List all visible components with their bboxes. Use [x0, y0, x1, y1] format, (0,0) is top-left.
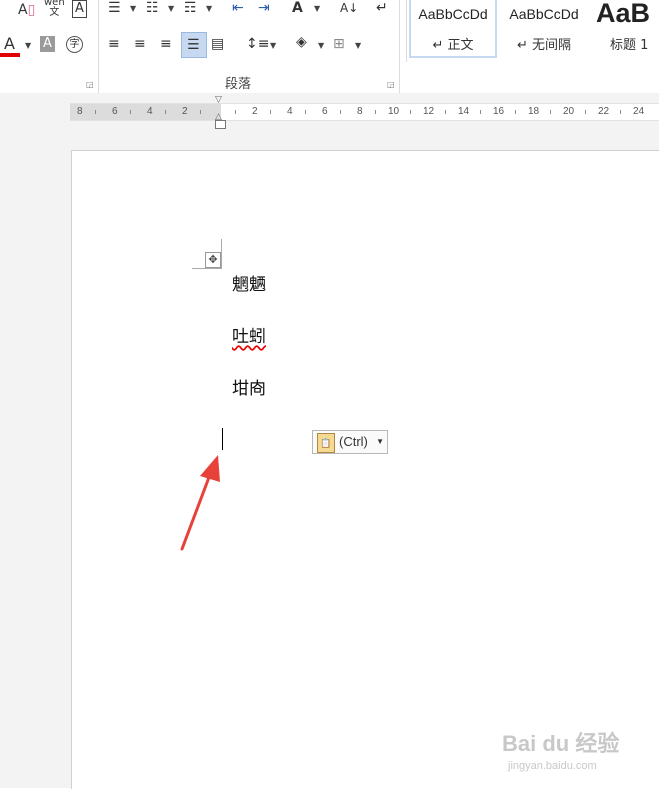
watermark-brand: Bai du 经验: [502, 731, 620, 756]
watermark-url: jingyan.baidu.com: [508, 760, 597, 772]
baidu-watermark: Bai du 经验 jingyan.baidu.com: [502, 726, 620, 772]
annotation-arrow: [180, 455, 220, 551]
